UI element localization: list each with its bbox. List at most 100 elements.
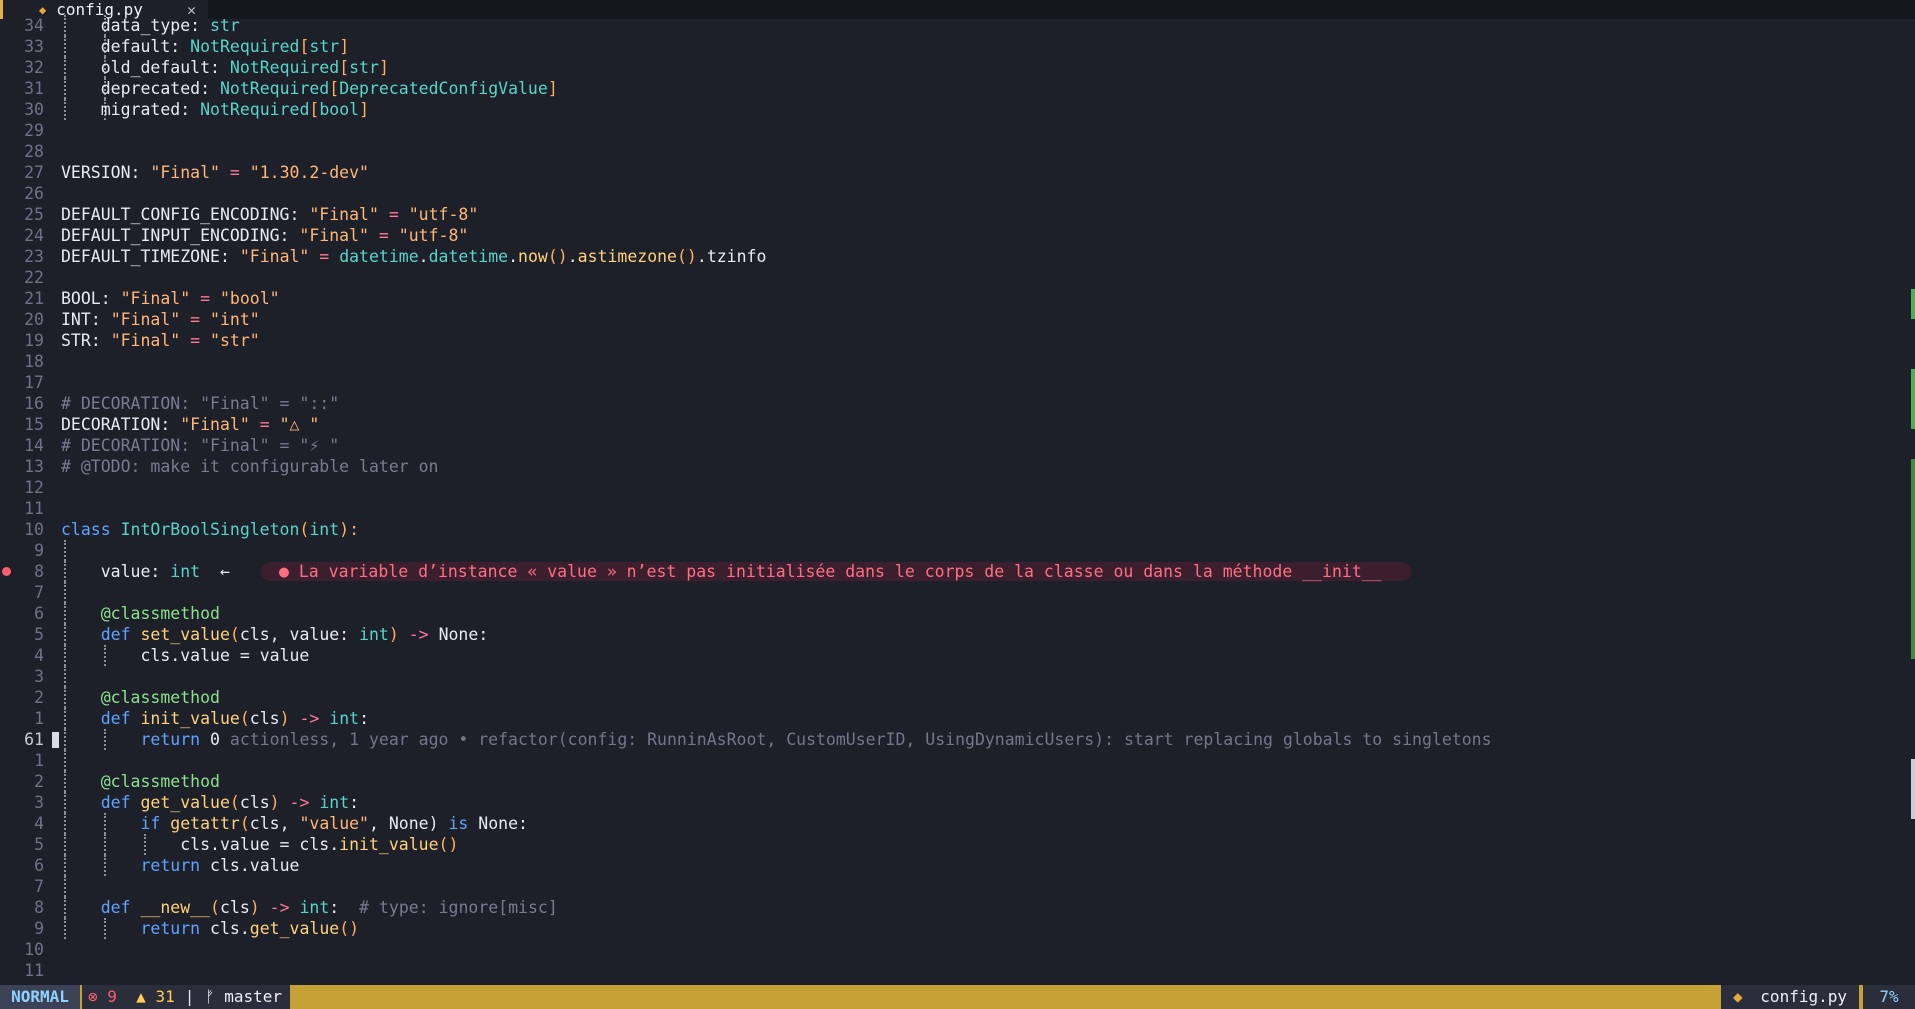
code-line[interactable]: 2 @classmethod: [0, 771, 1915, 792]
code-line[interactable]: 26: [0, 183, 1915, 204]
code-line[interactable]: 14 # DECORATION: "Final" = "⚡ ": [0, 435, 1915, 456]
line-number: 25: [24, 205, 44, 224]
code-line[interactable]: 16 # DECORATION: "Final" = "::": [0, 393, 1915, 414]
code-token: (: [239, 709, 250, 728]
line-number: 4: [34, 646, 44, 665]
git-blame-annotation: actionless, 1 year ago • refactor(config…: [219, 730, 1492, 749]
code-text: deprecated: NotRequired[DeprecatedConfig…: [61, 78, 558, 99]
diagnostics-count[interactable]: ⊗ 9 ▲ 31 |: [82, 985, 201, 1009]
code-text: old_default: NotRequired[str]: [61, 57, 389, 78]
code-text: return cls.get_value(): [61, 918, 359, 939]
code-token: None: [478, 814, 519, 833]
code-line[interactable]: 34 data_type: str: [0, 15, 1915, 36]
error-count: 9: [107, 987, 117, 1006]
code-line[interactable]: 8 value: int ← ● La variable d’instance «…: [0, 561, 1915, 582]
code-line[interactable]: 23 DEFAULT_TIMEZONE: "Final" = datetime.d…: [0, 246, 1915, 267]
code-token: .: [418, 247, 429, 266]
code-line[interactable]: 31 deprecated: NotRequired[DeprecatedCon…: [0, 78, 1915, 99]
code-line[interactable]: 7: [0, 876, 1915, 897]
code-token: "△ ": [279, 415, 320, 434]
code-line[interactable]: 5 cls.value = cls.init_value(): [0, 834, 1915, 855]
code-line[interactable]: 33 default: NotRequired[str]: [0, 36, 1915, 57]
inline-diagnostic[interactable]: ● La variable d’instance « value » n’est…: [261, 562, 1411, 581]
code-editor[interactable]: 34 data_type: str 33 default: NotRequired…: [0, 15, 1915, 985]
line-number: 61: [24, 730, 44, 749]
code-line[interactable]: 4 cls.value = value: [0, 645, 1915, 666]
code-token: cls: [219, 898, 250, 917]
code-line[interactable]: 24 DEFAULT_INPUT_ENCODING: "Final" = "utf…: [0, 225, 1915, 246]
code-line[interactable]: 25 DEFAULT_CONFIG_ENCODING: "Final" = "ut…: [0, 204, 1915, 225]
code-token: :: [329, 898, 360, 917]
code-line[interactable]: 1: [0, 750, 1915, 771]
code-token: astimezone: [577, 247, 677, 266]
line-number: 4: [34, 814, 44, 833]
code-token: ]: [339, 37, 350, 56]
code-line[interactable]: 17: [0, 372, 1915, 393]
code-token: ): [269, 793, 290, 812]
code-line[interactable]: 9 return cls.get_value(): [0, 918, 1915, 939]
code-line[interactable]: 21 BOOL: "Final" = "bool": [0, 288, 1915, 309]
code-line[interactable]: 18: [0, 351, 1915, 372]
code-line[interactable]: 7: [0, 582, 1915, 603]
code-token: "1.30.2-dev": [249, 163, 369, 182]
code-line[interactable]: 6 @classmethod: [0, 603, 1915, 624]
code-line[interactable]: 5 def set_value(cls, value: int) -> None…: [0, 624, 1915, 645]
code-token: "value": [299, 814, 369, 833]
code-line[interactable]: 27 VERSION: "Final" = "1.30.2-dev": [0, 162, 1915, 183]
code-line[interactable]: 19 STR: "Final" = "str": [0, 330, 1915, 351]
code-line[interactable]: 61 return 0 actionless, 1 year ago • ref…: [0, 729, 1915, 750]
code-token: :: [518, 814, 528, 833]
code-token: .: [696, 247, 707, 266]
line-number: 22: [24, 268, 44, 287]
code-line[interactable]: 29: [0, 120, 1915, 141]
code-token: (): [547, 247, 568, 266]
code-line[interactable]: 22: [0, 267, 1915, 288]
code-line[interactable]: 1 def init_value(cls) -> int:: [0, 708, 1915, 729]
code-line[interactable]: 4 if getattr(cls, "value", None) is None…: [0, 813, 1915, 834]
code-line[interactable]: 9: [0, 540, 1915, 561]
code-line[interactable]: 6 return cls.value: [0, 855, 1915, 876]
code-line[interactable]: 28: [0, 141, 1915, 162]
code-token: # @TODO: make it configurable later on: [61, 457, 439, 476]
code-line[interactable]: 12: [0, 477, 1915, 498]
mode-indicator: NORMAL: [0, 985, 80, 1009]
scrollbar[interactable]: [1911, 19, 1915, 985]
code-line[interactable]: 3 def get_value(cls) -> int:: [0, 792, 1915, 813]
code-token: .: [508, 247, 519, 266]
code-token: BOOL: [61, 289, 101, 308]
code-line[interactable]: 11: [0, 498, 1915, 519]
line-number: 34: [24, 16, 44, 35]
code-token: ): [249, 898, 270, 917]
code-token: :: [279, 226, 300, 245]
code-token: =: [190, 289, 220, 308]
code-text: def set_value(cls, value: int) -> None:: [61, 624, 489, 645]
code-token: migrated: [100, 100, 181, 119]
git-branch[interactable]: ᚠ master: [197, 985, 291, 1009]
code-line[interactable]: 3: [0, 666, 1915, 687]
line-number: 3: [34, 667, 44, 686]
code-line[interactable]: 20 INT: "Final" = "int": [0, 309, 1915, 330]
indent-guide: [64, 582, 66, 603]
code-token: int: [329, 709, 360, 728]
code-line[interactable]: 13 # @TODO: make it configurable later on: [0, 456, 1915, 477]
code-token: ->: [408, 625, 439, 644]
code-line[interactable]: 8 def __new__(cls) -> int: # type: ignor…: [0, 897, 1915, 918]
code-line[interactable]: 32 old_default: NotRequired[str]: [0, 57, 1915, 78]
code-line[interactable]: 11: [0, 960, 1915, 981]
code-line[interactable]: 10: [0, 939, 1915, 960]
code-line[interactable]: 10 class IntOrBoolSingleton(int):: [0, 519, 1915, 540]
scrollbar-thumb[interactable]: [1911, 759, 1915, 819]
code-text: value: int ←: [61, 561, 230, 582]
code-token: getattr: [170, 814, 240, 833]
code-line[interactable]: 15 DECORATION: "Final" = "△ ": [0, 414, 1915, 435]
code-token: # type: ignore[misc]: [359, 898, 558, 917]
line-number: 8: [34, 562, 44, 581]
code-line[interactable]: 2 @classmethod: [0, 687, 1915, 708]
code-line[interactable]: 30 migrated: NotRequired[bool]: [0, 99, 1915, 120]
code-token: def: [100, 709, 141, 728]
code-text: @classmethod: [61, 687, 220, 708]
